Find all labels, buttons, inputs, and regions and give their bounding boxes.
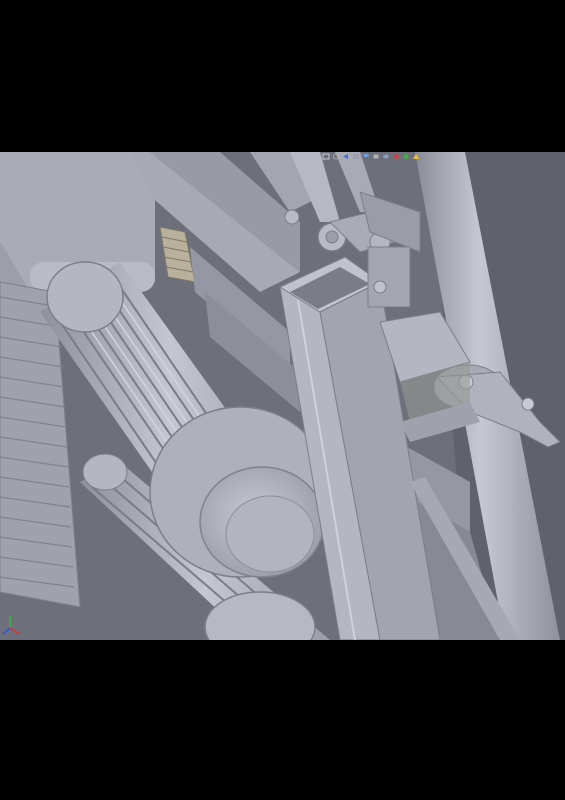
view-orientation-icon [362, 153, 370, 157]
reference-triad [2, 616, 21, 635]
zoom-to-fit-button[interactable] [322, 153, 330, 160]
display-style-icon [373, 154, 379, 158]
cad-graphics-viewport[interactable] [0, 152, 565, 640]
section-view-icon [353, 153, 359, 159]
view-settings-icon [413, 153, 419, 159]
view-settings-button[interactable] [412, 153, 420, 160]
apply-scene-button[interactable] [402, 153, 410, 160]
cad-model-render [0, 152, 565, 640]
hide-show-icon [383, 154, 389, 158]
apply-scene-icon [403, 153, 409, 159]
triad-x-axis [9, 627, 21, 635]
letterbox-bottom [0, 640, 565, 800]
hide-show-button[interactable] [382, 153, 390, 160]
zoom-area-icon [333, 153, 339, 159]
previous-view-button[interactable] [342, 153, 350, 160]
zoom-to-fit-icon [322, 153, 330, 159]
letterbox-top [0, 0, 565, 152]
section-view-button[interactable] [352, 153, 360, 160]
heads-up-view-toolbar [322, 152, 420, 160]
edit-appearance-icon [393, 153, 399, 159]
view-orientation-button[interactable] [362, 153, 370, 160]
previous-view-icon [343, 153, 348, 159]
edit-appearance-button[interactable] [392, 153, 400, 160]
triad-z-axis [2, 627, 11, 635]
display-style-button[interactable] [372, 153, 380, 160]
zoom-area-button[interactable] [332, 153, 340, 160]
